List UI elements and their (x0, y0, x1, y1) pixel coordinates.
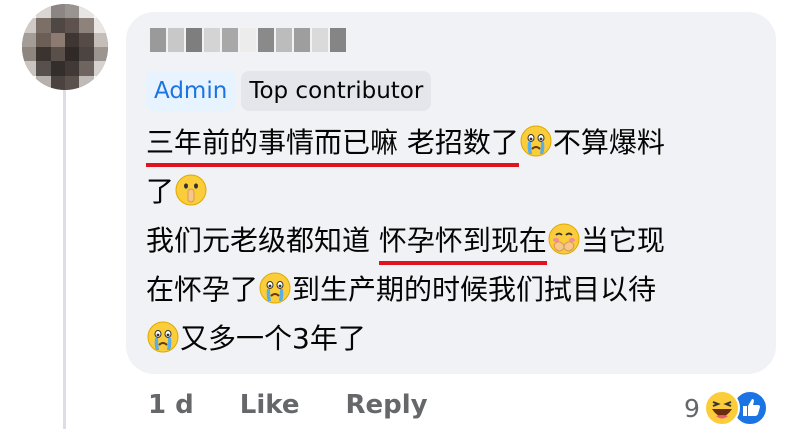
comment-actions: 1 d Like Reply (148, 390, 428, 420)
comment-line-1: 三年前的事情而已嘛 老招数了 不算爆料 (146, 118, 756, 167)
admin-badge[interactable]: Admin (146, 71, 236, 111)
reaction-summary[interactable]: 9 (684, 388, 768, 428)
commenter-name-blurred[interactable] (150, 28, 346, 52)
timestamp[interactable]: 1 d (148, 390, 194, 420)
crying-face-icon (259, 272, 291, 304)
reaction-count: 9 (684, 393, 700, 423)
badge-row: Admin Top contributor (146, 71, 432, 111)
comment-line-3-head: 我们元老级都知道 (146, 224, 379, 257)
comment-line-3: 我们元老级都知道 怀孕怀到现在 当它现 (146, 216, 756, 265)
comment-line-2: 了 (146, 167, 756, 216)
crying-face-icon (520, 125, 552, 157)
comment-screen: Admin Top contributor 三年前的事情而已嘛 老招数了 不算爆料… (0, 0, 800, 429)
avatar[interactable] (22, 4, 108, 90)
comment-line-2-text: 了 (146, 175, 175, 208)
underlined-text-2: 怀孕怀到现在 (378, 221, 547, 265)
reply-button[interactable]: Reply (345, 390, 427, 420)
shushing-face-icon (175, 174, 207, 206)
comment-line-3-tail: 当它现 (580, 224, 665, 257)
comment-line-1-tail: 不算爆料 (552, 126, 665, 159)
comment-line-4-tail: 到生产期的时候我们拭目以待 (292, 273, 657, 306)
haha-reaction-icon (703, 390, 740, 426)
hand-over-mouth-face-icon (548, 223, 580, 255)
crying-face-icon (147, 321, 179, 353)
like-button[interactable]: Like (240, 390, 300, 420)
underlined-text: 三年前的事情而已嘛 老招数了 (146, 123, 519, 167)
comment-text: 三年前的事情而已嘛 老招数了 不算爆料 了 我们元老级都知道 怀孕怀到现在 当它现 … (146, 118, 756, 363)
comment-line-4-head: 在怀孕了 (146, 273, 259, 306)
comment-line-5-text: 又多一个3年了 (180, 322, 366, 355)
top-contributor-badge[interactable]: Top contributor (241, 71, 432, 111)
reaction-icons (703, 390, 768, 426)
comment-line-5: 又多一个3年了 (146, 314, 756, 363)
comment-line-4: 在怀孕了 到生产期的时候我们拭目以待 (146, 265, 756, 314)
thread-line (63, 90, 66, 429)
